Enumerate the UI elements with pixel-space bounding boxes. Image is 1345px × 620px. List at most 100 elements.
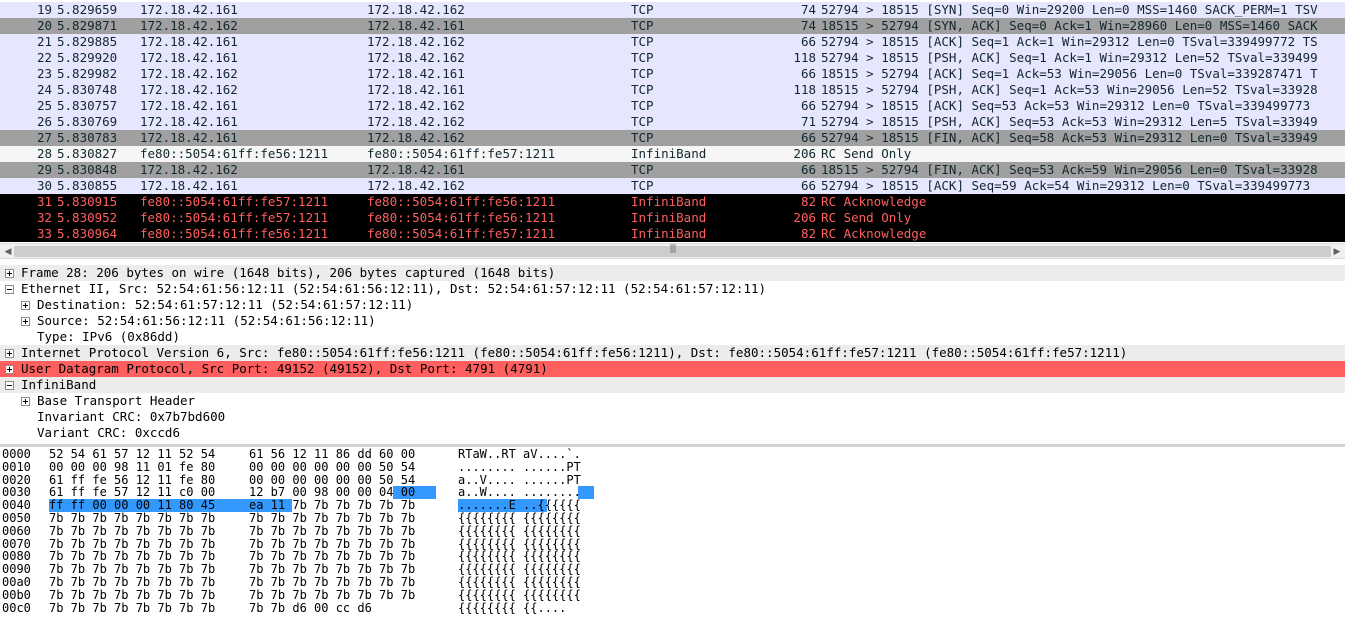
packet-no-cell: 30 [36, 178, 52, 193]
packet-destination-cell: 172.18.42.161 [367, 18, 465, 33]
packet-time-cell: 5.830855 [57, 178, 118, 193]
packet-source-cell: fe80::5054:61ff:fe56:1211 [140, 226, 329, 241]
packet-row[interactable]: 33 5.830964 fe80::5054:61ff:fe56:1211 fe80:… [0, 226, 1345, 242]
hex-a-cell: 7b 7b 7b 7b 7b 7b 7b 7b [49, 600, 216, 615]
hex-dump-row[interactable]: 0000 52 54 61 57 12 11 52 54 61 56 12 11 8… [0, 448, 1345, 461]
detail-tree-item[interactable]: InfiniBand [0, 377, 1345, 393]
packet-info-cell: RC Acknowledge [821, 226, 927, 241]
packet-row[interactable]: 29 5.830848 172.18.42.162 172.18.42.161 TCP 6… [0, 162, 1345, 178]
detail-tree-label: Frame 28: 206 bytes on wire (1648 bits),… [21, 265, 556, 280]
detail-tree-label: InfiniBand [21, 377, 97, 392]
packet-destination-cell: 172.18.42.161 [367, 82, 465, 97]
hex-dump-row[interactable]: 0050 7b 7b 7b 7b 7b 7b 7b 7b 7b 7b 7b 7b 7… [0, 512, 1345, 525]
packet-destination-cell: 172.18.42.161 [367, 162, 465, 177]
expand-plus-icon[interactable] [21, 317, 30, 326]
packet-row[interactable]: 20 5.829871 172.18.42.162 172.18.42.161 TCP 7… [0, 18, 1345, 34]
detail-tree-item[interactable]: Frame 28: 206 bytes on wire (1648 bits),… [0, 265, 1345, 281]
packet-destination-cell: 172.18.42.161 [367, 66, 465, 81]
packet-protocol-cell: InfiniBand [631, 226, 707, 241]
expand-plus-icon[interactable] [21, 397, 30, 406]
detail-tree-item[interactable]: Variant CRC: 0xccd6 [0, 425, 1345, 441]
packet-no-cell: 33 [36, 226, 52, 241]
collapse-minus-icon[interactable] [5, 381, 14, 390]
hex-b-cell: 7b 7b 7b 7b 7b 7b 7b 7b [249, 574, 416, 589]
packet-source-cell: fe80::5054:61ff:fe56:1211 [140, 146, 329, 161]
packet-row[interactable]: 22 5.829920 172.18.42.161 172.18.42.162 TCP 1… [0, 50, 1345, 66]
expand-plus-icon[interactable] [5, 269, 14, 278]
packet-list-scrollbar[interactable]: ◀ ||| ▶ [0, 243, 1345, 259]
hex-b-cell: 7b 7b d6 00 cc d6 [249, 600, 372, 615]
packet-info-cell: 52794 > 18515 [SYN] Seq=0 Win=29200 Len=… [821, 2, 1318, 17]
packet-length-cell: 66 [800, 34, 816, 49]
packet-destination-cell: 172.18.42.162 [367, 2, 465, 17]
detail-tree-item[interactable]: Base Transport Header [0, 393, 1345, 409]
hex-b-cell: 7b 7b 7b 7b 7b 7b 7b 7b [249, 510, 416, 525]
hex-a-cell: 7b 7b 7b 7b 7b 7b 7b 7b [49, 587, 216, 602]
packet-info-cell: 18515 > 52794 [SYN, ACK] Seq=0 Ack=1 Win… [821, 18, 1318, 33]
hex-dump-row[interactable]: 00b0 7b 7b 7b 7b 7b 7b 7b 7b 7b 7b 7b 7b 7… [0, 587, 1345, 602]
packet-row[interactable]: 27 5.830783 172.18.42.161 172.18.42.162 TCP 6… [0, 130, 1345, 146]
detail-tree-item[interactable]: Invariant CRC: 0x7b7bd600 [0, 409, 1345, 425]
packet-row[interactable]: 24 5.830748 172.18.42.162 172.18.42.161 TCP 1… [0, 82, 1345, 98]
hex-offset-cell: 0010 [2, 459, 31, 474]
detail-tree-label: Base Transport Header [37, 393, 196, 408]
packet-length-cell: 118 [793, 50, 816, 65]
hex-a-cell: 52 54 61 57 12 11 52 54 [49, 448, 216, 461]
packet-destination-cell: 172.18.42.162 [367, 130, 465, 145]
detail-tree-item[interactable]: Ethernet II, Src: 52:54:61:56:12:11 (52:… [0, 281, 1345, 297]
packet-source-cell: 172.18.42.161 [140, 34, 238, 49]
detail-tree-item[interactable]: Destination: 52:54:61:57:12:11 (52:54:61… [0, 297, 1345, 313]
packet-no-cell: 32 [36, 210, 52, 225]
packet-no-cell: 26 [36, 114, 52, 129]
packet-row[interactable]: 21 5.829885 172.18.42.161 172.18.42.162 TCP 6… [0, 34, 1345, 50]
hex-offset-cell: 00b0 [2, 587, 31, 602]
packet-list[interactable]: 19 5.829659 172.18.42.161 172.18.42.162 TCP 7… [0, 2, 1345, 242]
packet-row[interactable]: 28 5.830827 fe80::5054:61ff:fe56:1211 fe80:… [0, 146, 1345, 162]
packet-row[interactable]: 31 5.830915 fe80::5054:61ff:fe57:1211 fe80:… [0, 194, 1345, 210]
pane-splitter[interactable] [0, 444, 1345, 447]
packet-details-tree[interactable]: Frame 28: 206 bytes on wire (1648 bits),… [0, 265, 1345, 443]
packet-destination-cell: 172.18.42.162 [367, 114, 465, 129]
packet-row[interactable]: 26 5.830769 172.18.42.161 172.18.42.162 TCP 7… [0, 114, 1345, 130]
expand-plus-icon[interactable] [5, 349, 14, 358]
packet-row[interactable]: 25 5.830757 172.18.42.161 172.18.42.162 TCP 6… [0, 98, 1345, 114]
packet-destination-cell: 172.18.42.162 [367, 98, 465, 113]
packet-row[interactable]: 23 5.829982 172.18.42.162 172.18.42.161 TCP 6… [0, 66, 1345, 82]
scroll-left-arrow-icon[interactable]: ◀ [2, 246, 14, 258]
packet-protocol-cell: TCP [631, 178, 654, 193]
expand-plus-icon[interactable] [5, 365, 14, 374]
hex-dump-row[interactable]: 0060 7b 7b 7b 7b 7b 7b 7b 7b 7b 7b 7b 7b 7… [0, 523, 1345, 538]
collapse-minus-icon[interactable] [5, 285, 14, 294]
hex-dump-row[interactable]: 00a0 7b 7b 7b 7b 7b 7b 7b 7b 7b 7b 7b 7b 7… [0, 576, 1345, 589]
packet-bytes-pane[interactable]: 0000 52 54 61 57 12 11 52 54 61 56 12 11 8… [0, 448, 1345, 620]
packet-length-cell: 66 [800, 98, 816, 113]
detail-tree-item[interactable]: Type: IPv6 (0x86dd) [0, 329, 1345, 345]
hex-a-cell: 7b 7b 7b 7b 7b 7b 7b 7b [49, 510, 216, 525]
hex-ascii-cell: {{{{{{{{ {{{{{{{{ [458, 510, 581, 525]
scroll-right-arrow-icon[interactable]: ▶ [1331, 246, 1343, 258]
packet-time-cell: 5.830964 [57, 226, 118, 241]
scrollbar-thumb[interactable]: ||| [14, 244, 1331, 257]
packet-time-cell: 5.830769 [57, 114, 118, 129]
packet-row[interactable]: 30 5.830855 172.18.42.161 172.18.42.162 TCP 6… [0, 178, 1345, 194]
hex-ascii-cell: {{{{{{{{ {{{{{{{{ [458, 523, 581, 538]
hex-ascii-cell: ........ ......PT [458, 459, 581, 474]
packet-source-cell: 172.18.42.161 [140, 50, 238, 65]
packet-time-cell: 5.830748 [57, 82, 118, 97]
detail-tree-item[interactable]: User Datagram Protocol, Src Port: 49152 … [0, 361, 1345, 377]
hex-a-cell: 00 00 00 98 11 01 fe 80 [49, 459, 216, 474]
packet-protocol-cell: TCP [631, 114, 654, 129]
packet-row[interactable]: 32 5.830952 fe80::5054:61ff:fe57:1211 fe80:… [0, 210, 1345, 226]
detail-tree-item[interactable]: Internet Protocol Version 6, Src: fe80::… [0, 345, 1345, 361]
packet-row[interactable]: 19 5.829659 172.18.42.161 172.18.42.162 TCP 7… [0, 2, 1345, 18]
hex-dump-row[interactable]: 00c0 7b 7b 7b 7b 7b 7b 7b 7b 7b 7b d6 00 c… [0, 600, 1345, 615]
packet-destination-cell: fe80::5054:61ff:fe57:1211 [367, 146, 556, 161]
hex-dump-row[interactable]: 0010 00 00 00 98 11 01 fe 80 00 00 00 00 0… [0, 459, 1345, 474]
packet-no-cell: 21 [36, 34, 52, 49]
hex-ascii-cell: RTaW..RT aV....`. [458, 448, 581, 461]
packet-source-cell: 172.18.42.162 [140, 66, 238, 81]
detail-tree-item[interactable]: Source: 52:54:61:56:12:11 (52:54:61:56:1… [0, 313, 1345, 329]
expand-plus-icon[interactable] [21, 301, 30, 310]
packet-source-cell: 172.18.42.161 [140, 114, 238, 129]
packet-time-cell: 5.830848 [57, 162, 118, 177]
